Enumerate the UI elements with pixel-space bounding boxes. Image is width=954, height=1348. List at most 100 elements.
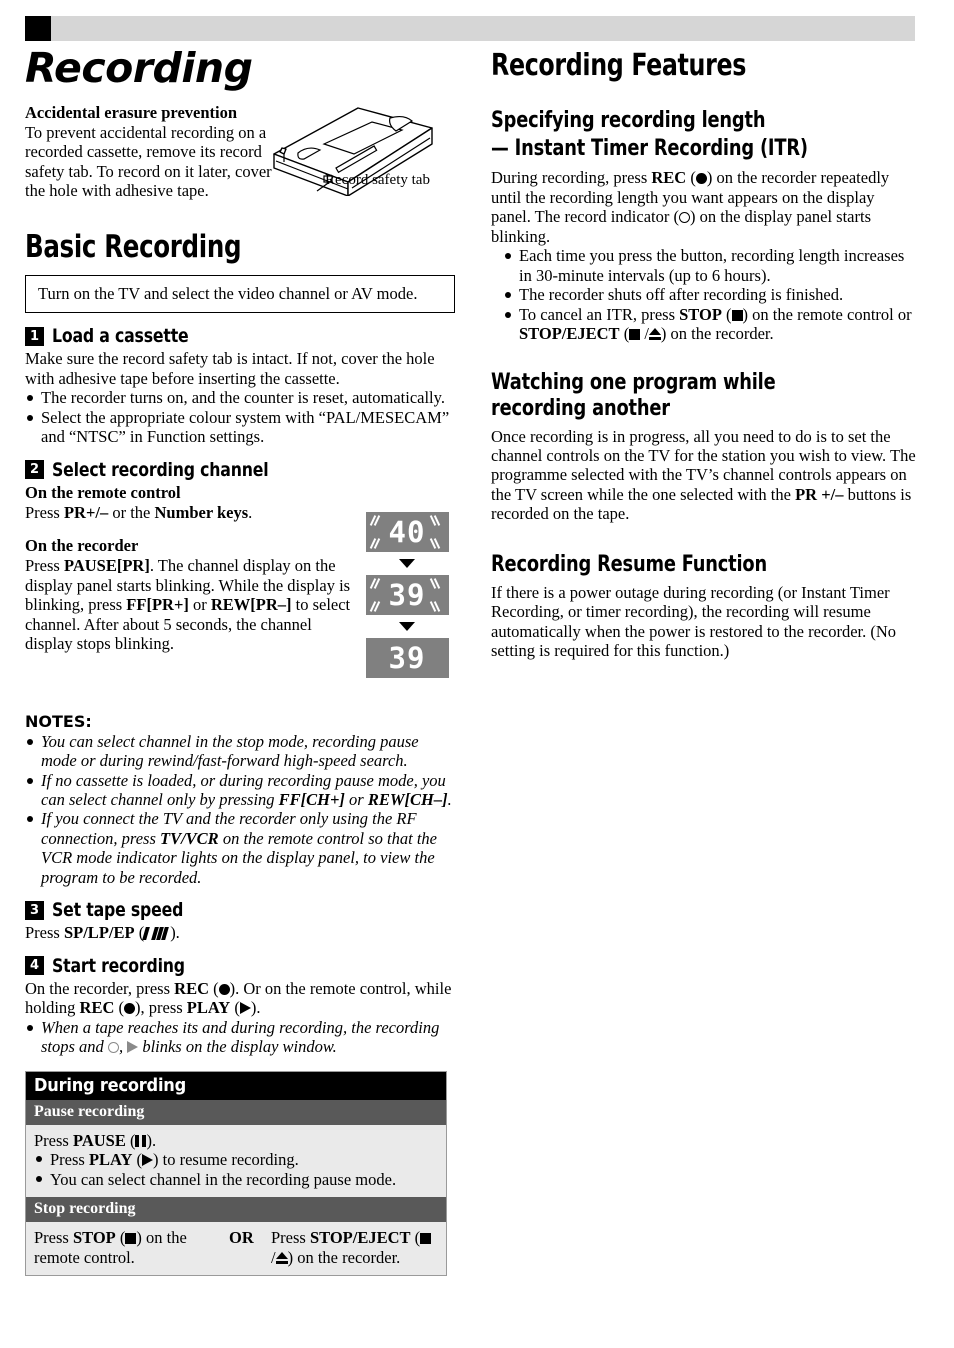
- text-run: Press: [34, 1228, 73, 1248]
- text-bold: STOP: [679, 304, 722, 324]
- text-run: ).: [250, 998, 261, 1018]
- step-2-sub1-heading: On the remote control: [25, 482, 181, 502]
- table-subhead-pause: Pause recording: [26, 1099, 446, 1125]
- step-3-header: 3 Set tape speed: [25, 899, 455, 921]
- step-1-header: 1 Load a cassette: [25, 325, 455, 347]
- display-panel-3-value: 39: [388, 641, 426, 675]
- stop-remote-cell: Press STOP () on the remote control.: [34, 1228, 187, 1267]
- text-bold: PR+/–: [63, 502, 109, 522]
- step-1-number: 1: [25, 326, 44, 346]
- step-4-body: On the recorder, press REC (). Or on the…: [25, 978, 452, 1018]
- blink-mark-icon: [369, 578, 383, 589]
- step-3-number: 3: [25, 900, 44, 920]
- text-run: Press: [25, 502, 64, 522]
- table-title: During recording: [26, 1071, 446, 1100]
- itr-heading-line2: — Instant Timer Recording (ITR): [491, 136, 808, 162]
- step-4-label: Start recording: [52, 954, 185, 977]
- display-panel-3: 39: [365, 638, 449, 678]
- stop-square-icon: [125, 1233, 137, 1245]
- eject-icon: [275, 1251, 288, 1264]
- text-run: ) to resume recording.: [153, 1150, 299, 1170]
- itr-body: During recording, press REC () on the re…: [491, 168, 890, 246]
- arrow-down-icon: [399, 559, 415, 568]
- step-2-sub2-body: Press PAUSE[PR]. The channel display on …: [25, 556, 355, 653]
- right-column: Recording Features Specifying recording …: [491, 40, 916, 661]
- text-bold: SP/LP/EP: [63, 923, 135, 943]
- text-bold: PLAY: [186, 998, 231, 1018]
- step-1-label: Load a cassette: [52, 325, 189, 348]
- pause-line: Press PAUSE ().: [34, 1130, 157, 1150]
- stop-recorder-cell: Press STOP/EJECT ( /) on the recorder.: [271, 1228, 438, 1267]
- turn-on-tv-callout: Turn on the TV and select the video chan…: [25, 275, 455, 314]
- itr-bullets: Each time you press the button, recordin…: [503, 246, 916, 343]
- text-run: To cancel an ITR, press: [519, 304, 680, 324]
- eject-icon: [648, 328, 661, 341]
- text-run: Press: [25, 556, 64, 576]
- blink-mark-icon: [369, 515, 383, 526]
- stop-square-icon: [731, 309, 743, 321]
- list-item: If no cassette is loaded, or during reco…: [25, 771, 455, 810]
- table-subhead-stop: Stop recording: [26, 1197, 446, 1223]
- text-bold: STOP: [72, 1228, 116, 1248]
- text-run: ) on the recorder.: [287, 1247, 401, 1267]
- arrow-down-icon: [399, 622, 415, 631]
- step-2-label: Select recording channel: [52, 458, 269, 481]
- resume-heading: Recording Resume Function: [491, 551, 767, 577]
- table-row: Press STOP () on the remote control. OR …: [26, 1222, 446, 1276]
- watching-heading: Watching one program while recording ano…: [491, 369, 776, 421]
- text-run: Press: [34, 1130, 73, 1150]
- pause-bullets: Press PLAY () to resume recording. You c…: [34, 1150, 438, 1189]
- notes-heading: NOTES:: [25, 711, 92, 731]
- text-bold: TV/VCR: [160, 828, 219, 848]
- table-row: Press PAUSE (). Press PLAY () to resume …: [26, 1124, 446, 1198]
- step-3-body: Press SP/LP/EP ().: [25, 923, 180, 943]
- blink-mark-icon: [429, 515, 443, 526]
- text-run: ) on the recorder.: [660, 324, 774, 344]
- pause-bars-icon: [135, 1134, 147, 1147]
- text-bold: REC: [651, 168, 687, 188]
- list-item: Press PLAY () to resume recording.: [34, 1150, 438, 1169]
- text-bold: PLAY: [88, 1150, 133, 1170]
- text-bold: PR +/–: [795, 484, 844, 504]
- display-panel-2: 39: [365, 575, 449, 615]
- text-run: Press: [25, 923, 64, 943]
- page-title: Recording: [25, 44, 253, 92]
- list-item: The recorder turns on, and the counter i…: [25, 388, 455, 407]
- resume-body: If there is a power outage during record…: [491, 582, 897, 661]
- text-run: ,: [118, 1037, 124, 1057]
- step-3-label: Set tape speed: [52, 899, 184, 922]
- blink-mark-icon: [369, 601, 383, 612]
- text-bold: Number keys: [154, 502, 249, 522]
- text-bold: STOP/EJECT: [519, 324, 620, 344]
- blink-mark-icon: [369, 538, 383, 549]
- tape-speed-icon: [142, 927, 170, 941]
- step-1-bullets: The recorder turns on, and the counter i…: [25, 388, 455, 446]
- text-run: or the: [108, 502, 155, 522]
- list-item: When a tape reaches its and during recor…: [25, 1018, 455, 1057]
- list-item: You can select channel in the stop mode,…: [25, 732, 455, 771]
- text-bold: PAUSE[PR]: [63, 556, 150, 576]
- text-bold: REW[CH–]: [367, 789, 448, 809]
- recording-features-heading: Recording Features: [491, 48, 747, 83]
- text-run: ).: [146, 1130, 157, 1150]
- blink-mark-icon: [429, 601, 443, 612]
- itr-heading-line1: Specifying recording length: [491, 107, 766, 133]
- step-4-bullets: When a tape reaches its and during recor…: [25, 1018, 455, 1057]
- step-2-number: 2: [25, 460, 44, 480]
- record-indicator-open-icon: [679, 212, 690, 224]
- record-dot-icon: [695, 173, 707, 185]
- step-4-number: 4: [25, 956, 44, 976]
- play-triangle-icon: [239, 1002, 251, 1015]
- text-run: Press: [271, 1228, 310, 1248]
- list-item: If you connect the TV and the recorder o…: [25, 809, 455, 887]
- text-run: When a tape reaches its and during recor…: [41, 1017, 440, 1037]
- text-bold: REW[PR–]: [210, 595, 292, 615]
- text-run: ).: [170, 923, 180, 943]
- list-item: To cancel an ITR, press STOP () on the r…: [503, 305, 916, 344]
- record-dot-icon: [218, 983, 230, 995]
- step-4-header: 4 Start recording: [25, 955, 455, 977]
- display-panel-figures: 40 39 39: [362, 512, 452, 678]
- text-run: .: [447, 789, 452, 809]
- list-item: You can select channel in the recording …: [34, 1170, 438, 1189]
- list-item: Each time you press the button, recordin…: [503, 246, 916, 285]
